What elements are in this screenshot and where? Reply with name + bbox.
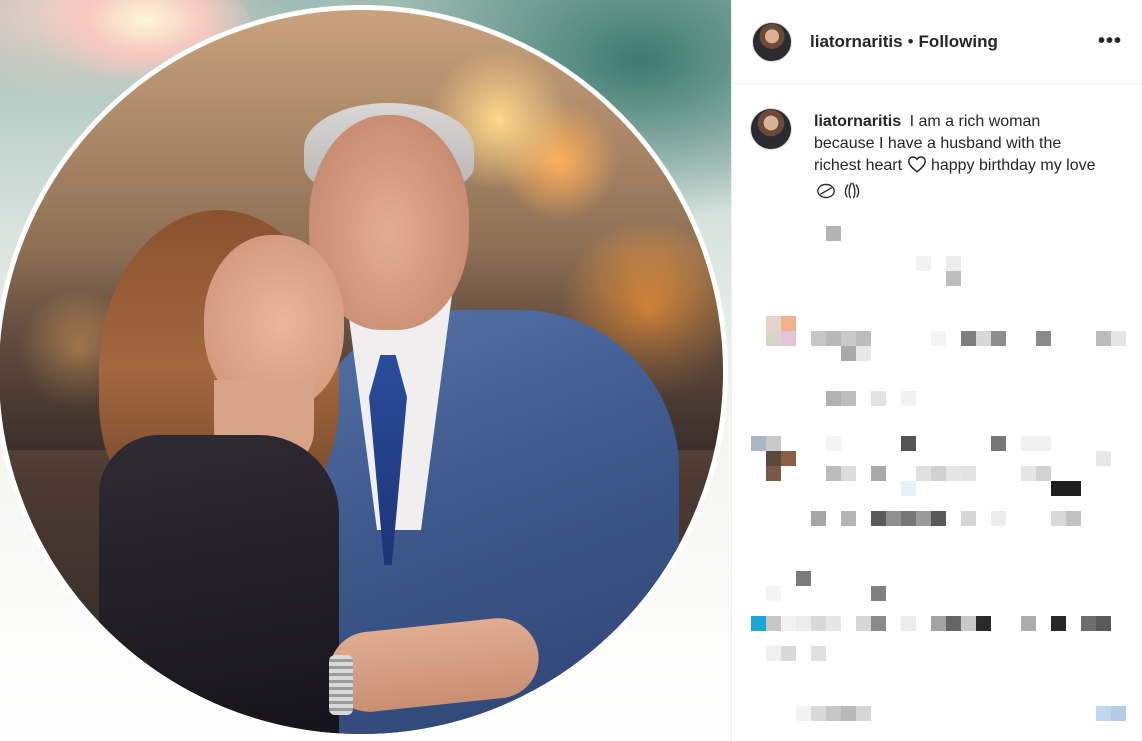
caption-text-part-2: happy birthday my love	[930, 157, 1096, 174]
following-button[interactable]: Following	[919, 32, 998, 51]
username-link[interactable]: liatornaritis	[810, 32, 903, 51]
separator-dot: •	[907, 31, 914, 51]
caption-username-link[interactable]: liatornaritis	[814, 113, 901, 130]
heart-outline-icon	[907, 155, 927, 180]
woman-dress	[99, 435, 339, 734]
kiss-emoji-icon	[816, 182, 836, 207]
post-photo-panel	[0, 0, 731, 741]
caption-avatar[interactable]	[750, 108, 792, 150]
bracelet	[329, 655, 353, 715]
more-options-icon[interactable]: •••	[1094, 30, 1126, 53]
post-side-panel: liatornaritis • Following ••• liatornariti…	[731, 0, 1142, 741]
caption-row: liatornaritis I am a rich woman because …	[732, 84, 1142, 207]
avatar[interactable]	[752, 21, 792, 62]
post-header-text: liatornaritis • Following	[810, 32, 1094, 52]
raised-hands-emoji-icon	[842, 180, 862, 207]
post-photo	[0, 5, 728, 739]
caption-text: liatornaritis I am a rich woman because …	[814, 111, 1104, 207]
post-header: liatornaritis • Following •••	[732, 0, 1142, 84]
obscured-comments	[732, 220, 1142, 741]
